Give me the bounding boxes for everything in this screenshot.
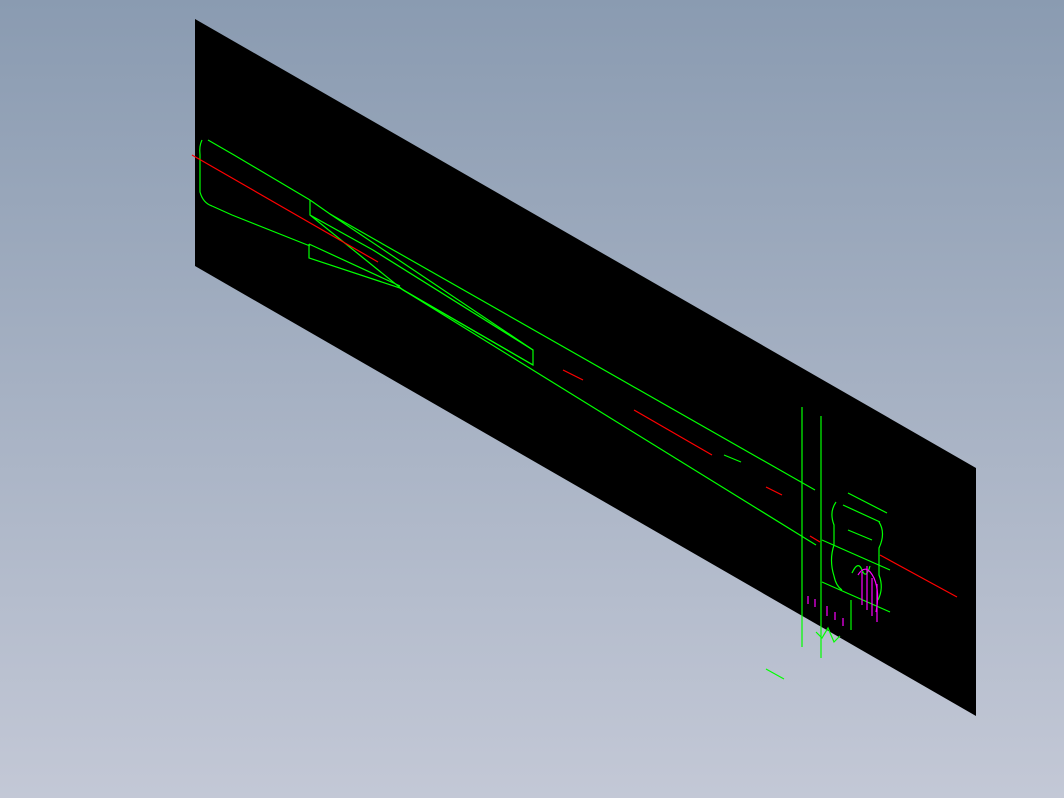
cad-canvas[interactable]	[0, 0, 1064, 798]
cad-viewport[interactable]	[0, 0, 1064, 798]
